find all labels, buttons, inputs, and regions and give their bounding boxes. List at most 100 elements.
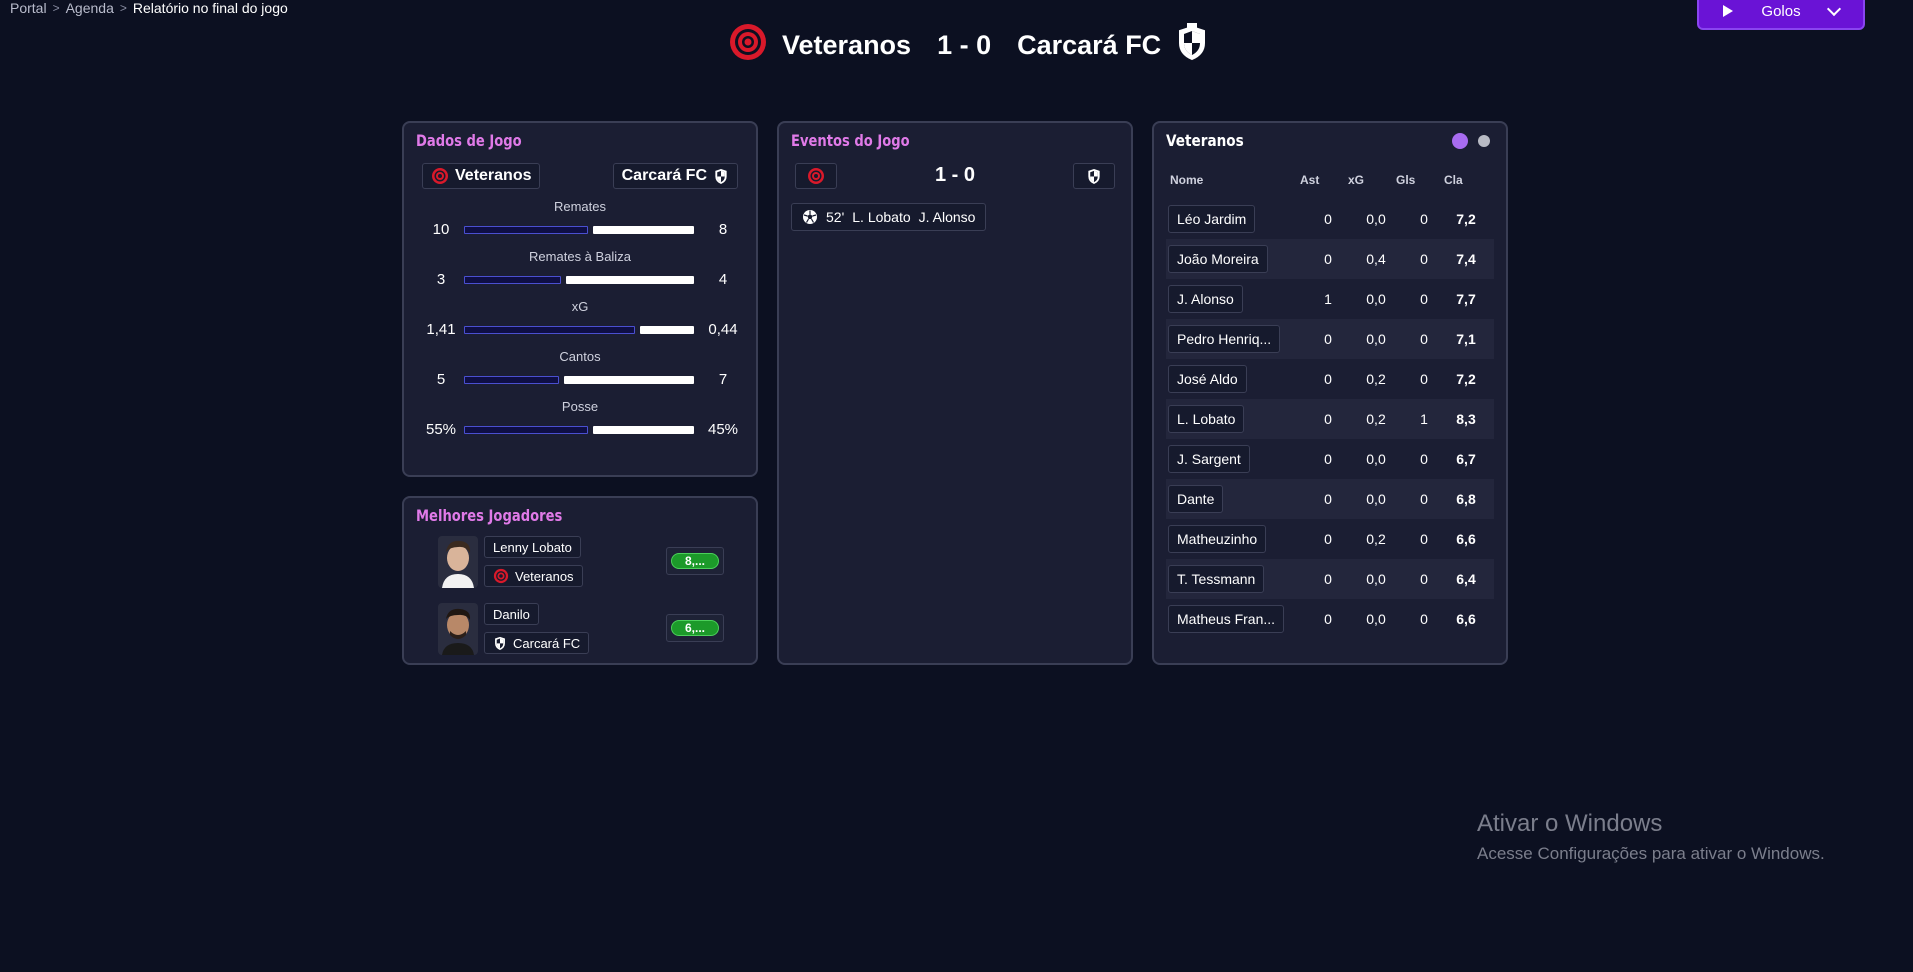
stat-away-value: 7 <box>718 371 728 388</box>
home-crest-icon <box>728 22 768 69</box>
player-name[interactable]: L. Lobato <box>1168 405 1245 433</box>
shield-crest-icon <box>1088 168 1100 184</box>
stat-label: Posse <box>561 399 599 414</box>
rating-value: 8,... <box>671 553 719 569</box>
goal-event[interactable]: 52' L. Lobato J. Alonso <box>791 203 987 231</box>
rating-badge: 8,... <box>666 547 724 575</box>
away-team-chip: Carcará FC <box>612 163 738 189</box>
stat-home-value: 10 <box>432 221 450 238</box>
cell-xg: 0,0 <box>1366 331 1386 347</box>
stat-bar-away <box>564 376 694 384</box>
stat-label: Remates <box>553 199 607 214</box>
best-player-team-label: Carcará FC <box>513 635 581 651</box>
player-name[interactable]: Dante <box>1168 485 1224 513</box>
best-players-title: Melhores Jogadores <box>416 506 563 525</box>
play-icon <box>1723 5 1733 17</box>
stat-bar-home <box>464 426 588 434</box>
cell-gls: 0 <box>1420 251 1428 267</box>
stat-away-value: 8 <box>718 221 728 238</box>
cell-xg: 0,0 <box>1366 611 1386 627</box>
player-name[interactable]: Léo Jardim <box>1168 205 1256 233</box>
avatar <box>438 536 478 588</box>
stat-home-value: 55% <box>425 421 457 438</box>
chevron-down-icon <box>1826 1 1842 17</box>
home-team-chip: Veteranos <box>422 163 541 189</box>
table-row[interactable]: J. Alonso 1 0,0 0 7,7 <box>1166 279 1494 319</box>
event-assist: J. Alonso <box>918 209 976 225</box>
cell-cla: 6,4 <box>1456 571 1476 587</box>
table-row[interactable]: Dante 0 0,0 0 6,8 <box>1166 479 1494 519</box>
stat-away-value: 4 <box>718 271 728 288</box>
cell-cla: 6,6 <box>1456 611 1476 627</box>
cell-ast: 0 <box>1324 211 1332 227</box>
cell-ast: 0 <box>1324 611 1332 627</box>
column-header-gls[interactable]: Gls <box>1396 173 1415 187</box>
breadcrumb-current: Relatório no final do jogo <box>132 0 288 16</box>
table-row[interactable]: T. Tessmann 0 0,0 0 6,4 <box>1166 559 1494 599</box>
stat-label: Cantos <box>559 349 601 364</box>
stat-bar-home <box>464 376 559 384</box>
cell-gls: 0 <box>1420 611 1428 627</box>
breadcrumb-portal[interactable]: Portal <box>10 0 47 16</box>
shield-crest-icon <box>495 636 505 650</box>
column-header-cla[interactable]: Cla <box>1444 173 1463 187</box>
table-row[interactable]: Pedro Henriq... 0 0,0 0 7,1 <box>1166 319 1494 359</box>
cell-cla: 7,7 <box>1456 291 1476 307</box>
column-header-ast[interactable]: Ast <box>1300 173 1319 187</box>
cell-ast: 0 <box>1324 411 1332 427</box>
stat-label: xG <box>571 299 589 314</box>
player-name[interactable]: Matheus Fran... <box>1168 605 1285 633</box>
breadcrumb: Portal > Agenda > Relatório no final do … <box>10 0 288 16</box>
stat-home-value: 1,41 <box>426 321 456 338</box>
cell-cla: 7,4 <box>1456 251 1476 267</box>
stat-bar-home <box>464 276 561 284</box>
player-name[interactable]: J. Alonso <box>1168 285 1243 313</box>
table-row[interactable]: José Aldo 0 0,2 0 7,2 <box>1166 359 1494 399</box>
player-name[interactable]: Matheuzinho <box>1168 525 1267 553</box>
target-crest-icon <box>432 168 448 184</box>
player-name[interactable]: J. Sargent <box>1168 445 1250 473</box>
stat-bar-home <box>464 226 588 234</box>
golos-dropdown-button[interactable]: Golos <box>1697 0 1865 30</box>
player-name[interactable]: José Aldo <box>1168 365 1247 393</box>
home-team-name: Veteranos <box>782 29 912 60</box>
stat-away-value: 45% <box>707 421 739 438</box>
stat-bar-away <box>593 226 694 234</box>
roster-team-toggle-home[interactable] <box>1452 133 1468 149</box>
table-row[interactable]: Matheus Fran... 0 0,0 0 6,6 <box>1166 599 1494 639</box>
cell-gls: 0 <box>1420 331 1428 347</box>
target-crest-icon <box>493 568 509 584</box>
stat-away-value: 0,44 <box>708 321 738 338</box>
rating-value: 6,... <box>671 620 719 636</box>
player-name[interactable]: Pedro Henriq... <box>1168 325 1281 353</box>
stat-bar-away <box>566 276 694 284</box>
cell-cla: 6,7 <box>1456 451 1476 467</box>
cell-xg: 0,2 <box>1366 411 1386 427</box>
cell-ast: 1 <box>1324 291 1332 307</box>
away-team-label: Carcará FC <box>621 167 707 184</box>
cell-xg: 0,0 <box>1366 571 1386 587</box>
player-name[interactable]: T. Tessmann <box>1168 565 1265 593</box>
cell-gls: 0 <box>1420 531 1428 547</box>
cell-ast: 0 <box>1324 331 1332 347</box>
cell-cla: 6,6 <box>1456 531 1476 547</box>
match-events-panel: Eventos do Jogo 1 - 0 52' L. Lobato J. A… <box>777 121 1133 665</box>
cell-cla: 6,8 <box>1456 491 1476 507</box>
stat-label: Remates à Baliza <box>529 249 631 264</box>
cell-gls: 1 <box>1420 411 1428 427</box>
table-row[interactable]: L. Lobato 0 0,2 1 8,3 <box>1166 399 1494 439</box>
table-row[interactable]: J. Sargent 0 0,0 0 6,7 <box>1166 439 1494 479</box>
best-player-name: Lenny Lobato <box>484 536 581 558</box>
column-header-xg[interactable]: xG <box>1348 173 1364 187</box>
away-crest-icon <box>1175 22 1209 68</box>
player-name[interactable]: João Moreira <box>1168 245 1268 273</box>
cell-gls: 0 <box>1420 491 1428 507</box>
column-header-name[interactable]: Nome <box>1170 173 1203 187</box>
breadcrumb-agenda[interactable]: Agenda <box>66 0 114 16</box>
roster-team-toggle-away[interactable] <box>1478 135 1490 147</box>
table-row[interactable]: Matheuzinho 0 0,2 0 6,6 <box>1166 519 1494 559</box>
table-row[interactable]: Léo Jardim 0 0,0 0 7,2 <box>1166 199 1494 239</box>
table-row[interactable]: João Moreira 0 0,4 0 7,4 <box>1166 239 1494 279</box>
match-events-title: Eventos do Jogo <box>791 131 910 150</box>
cell-xg: 0,4 <box>1366 251 1386 267</box>
